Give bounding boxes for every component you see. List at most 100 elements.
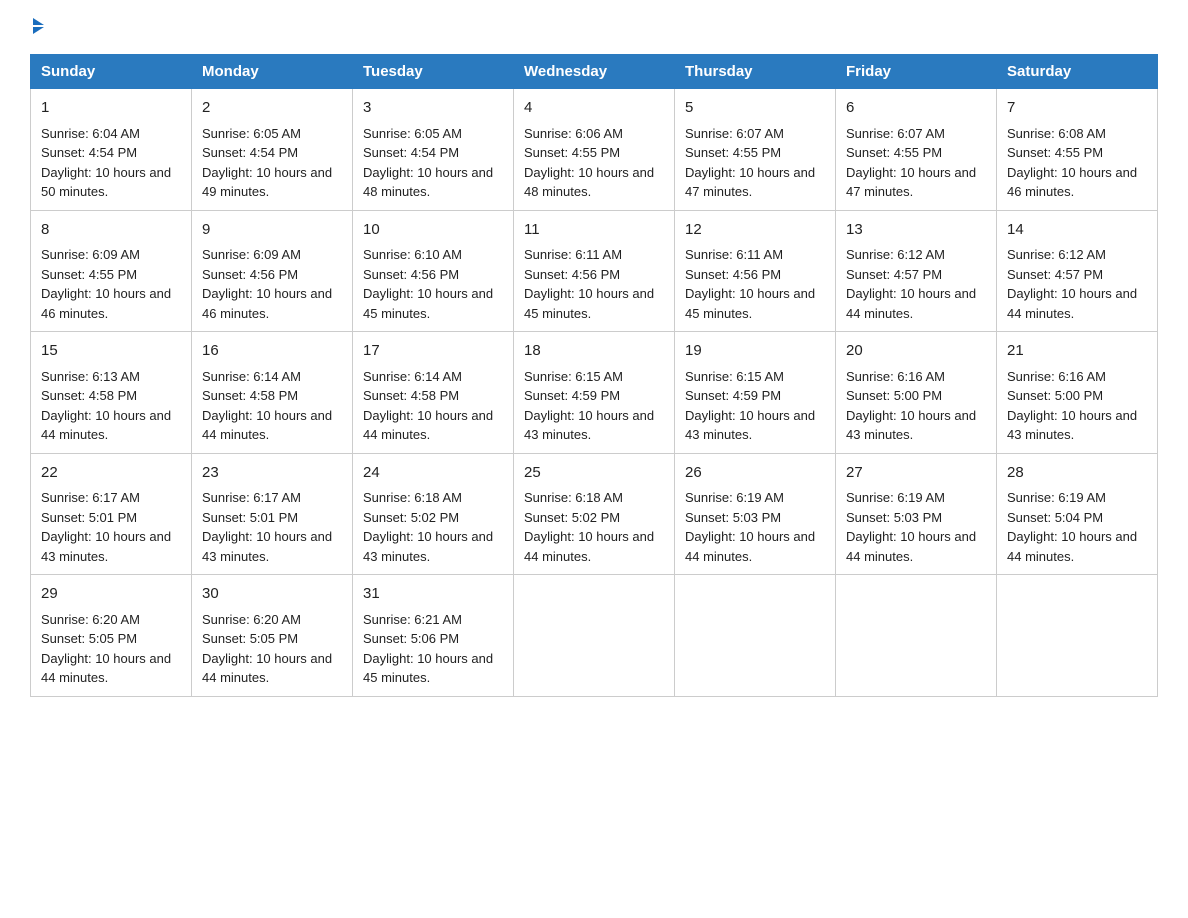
sunrise-info: Sunrise: 6:11 AM — [524, 247, 622, 262]
calendar-cell: 28 Sunrise: 6:19 AM Sunset: 5:04 PM Dayligh… — [997, 453, 1158, 575]
day-number: 3 — [363, 97, 503, 120]
sunrise-info: Sunrise: 6:19 AM — [1007, 490, 1106, 505]
calendar-cell: 23Sunrise: 6:17 AMSunset: 5:01 PMDayligh… — [192, 453, 353, 575]
sunset-info: Sunset: 5:05 PM — [41, 631, 137, 646]
daylight-info: Daylight: 10 hours and 44 minutes. — [846, 529, 976, 564]
daylight-info: Daylight: 10 hours and 45 minutes. — [524, 286, 654, 321]
sunset-info: Sunset: 4:56 PM — [685, 267, 781, 282]
day-number: 28 — [1007, 462, 1147, 485]
sunrise-info: Sunrise: 6:09 AM — [202, 247, 301, 262]
sunset-info: Sunset: 4:55 PM — [685, 145, 781, 160]
daylight-info: Daylight: 10 hours and 44 minutes. — [202, 408, 332, 443]
sunset-info: Sunset: 5:02 PM — [363, 510, 459, 525]
sunset-info: Sunset: 4:58 PM — [202, 388, 298, 403]
sunset-info: Sunset: 4:56 PM — [363, 267, 459, 282]
sunset-info: Sunset: 4:57 PM — [846, 267, 942, 282]
daylight-info: Daylight: 10 hours and 45 minutes. — [363, 651, 493, 686]
day-number: 25 — [524, 462, 664, 485]
sunrise-info: Sunrise: 6:04 AM — [41, 126, 140, 141]
day-number: 22 — [41, 462, 181, 485]
sunrise-info: Sunrise: 6:16 AM — [846, 369, 945, 384]
col-header-friday: Friday — [836, 55, 997, 89]
calendar-cell: 15 Sunrise: 6:13 AM Sunset: 4:58 PM Dayligh… — [31, 332, 192, 454]
sunrise-info: Sunrise: 6:14 AM — [363, 369, 462, 384]
daylight-info: Daylight: 10 hours and 44 minutes. — [524, 529, 654, 564]
sunset-info: Sunset: 5:00 PM — [846, 388, 942, 403]
daylight-info: Daylight: 10 hours and 44 minutes. — [41, 408, 171, 443]
sunrise-info: Sunrise: 6:12 AM — [846, 247, 945, 262]
daylight-info: Daylight: 10 hours and 43 minutes. — [202, 529, 332, 564]
sunset-info: Sunset: 5:02 PM — [524, 510, 620, 525]
daylight-info: Daylight: 10 hours and 46 minutes. — [202, 286, 332, 321]
sunrise-info: Sunrise: 6:11 AM — [685, 247, 783, 262]
sunset-info: Sunset: 5:03 PM — [685, 510, 781, 525]
sunrise-info: Sunrise: 6:15 AM — [524, 369, 623, 384]
col-header-tuesday: Tuesday — [353, 55, 514, 89]
daylight-info: Daylight: 10 hours and 50 minutes. — [41, 165, 171, 200]
sunrise-info: Sunrise: 6:18 AM — [524, 490, 623, 505]
sunset-info: Sunset: 4:59 PM — [685, 388, 781, 403]
page-header — [30, 20, 1158, 34]
daylight-info: Daylight: 10 hours and 45 minutes. — [685, 286, 815, 321]
calendar-cell: 6Sunrise: 6:07 AMSunset: 4:55 PMDaylight… — [836, 89, 997, 211]
sunrise-info: Sunrise: 6:19 AM — [685, 490, 784, 505]
logo — [30, 20, 44, 34]
day-number: 8 — [41, 219, 181, 242]
sunrise-info: Sunrise: 6:07 AM — [846, 126, 945, 141]
daylight-info: Daylight: 10 hours and 43 minutes. — [363, 529, 493, 564]
sunset-info: Sunset: 5:04 PM — [1007, 510, 1103, 525]
calendar-cell: 4Sunrise: 6:06 AMSunset: 4:55 PMDaylight… — [514, 89, 675, 211]
sunrise-info: Sunrise: 6:20 AM — [41, 612, 140, 627]
day-number: 15 — [41, 340, 181, 363]
calendar-week-row: 29Sunrise: 6:20 AMSunset: 5:05 PMDayligh… — [31, 575, 1158, 697]
calendar-cell: 19Sunrise: 6:15 AMSunset: 4:59 PMDayligh… — [675, 332, 836, 454]
daylight-info: Daylight: 10 hours and 44 minutes. — [1007, 286, 1137, 321]
daylight-info: Daylight: 10 hours and 45 minutes. — [363, 286, 493, 321]
day-number: 21 — [1007, 340, 1147, 363]
sunrise-info: Sunrise: 6:08 AM — [1007, 126, 1106, 141]
sunset-info: Sunset: 4:58 PM — [41, 388, 137, 403]
daylight-info: Daylight: 10 hours and 43 minutes. — [846, 408, 976, 443]
daylight-info: Daylight: 10 hours and 47 minutes. — [685, 165, 815, 200]
day-number: 17 — [363, 340, 503, 363]
sunrise-info: Sunrise: 6:05 AM — [202, 126, 301, 141]
sunrise-info: Sunrise: 6:14 AM — [202, 369, 301, 384]
calendar-cell: 3Sunrise: 6:05 AMSunset: 4:54 PMDaylight… — [353, 89, 514, 211]
calendar-cell: 11Sunrise: 6:11 AMSunset: 4:56 PMDayligh… — [514, 210, 675, 332]
calendar-cell: 22Sunrise: 6:17 AMSunset: 5:01 PMDayligh… — [31, 453, 192, 575]
day-number: 26 — [685, 462, 825, 485]
calendar-header-row: SundayMondayTuesdayWednesdayThursdayFrid… — [31, 55, 1158, 89]
daylight-info: Daylight: 10 hours and 48 minutes. — [363, 165, 493, 200]
day-number: 23 — [202, 462, 342, 485]
calendar-cell: 21Sunrise: 6:16 AMSunset: 5:00 PMDayligh… — [997, 332, 1158, 454]
calendar-week-row: 15 Sunrise: 6:13 AM Sunset: 4:58 PM Dayligh… — [31, 332, 1158, 454]
calendar-cell: 31Sunrise: 6:21 AMSunset: 5:06 PMDayligh… — [353, 575, 514, 697]
sunset-info: Sunset: 5:03 PM — [846, 510, 942, 525]
daylight-info: Daylight: 10 hours and 47 minutes. — [846, 165, 976, 200]
calendar-cell: 27Sunrise: 6:19 AMSunset: 5:03 PMDayligh… — [836, 453, 997, 575]
sunset-info: Sunset: 5:05 PM — [202, 631, 298, 646]
sunrise-info: Sunrise: 6:06 AM — [524, 126, 623, 141]
day-number: 18 — [524, 340, 664, 363]
daylight-info: Daylight: 10 hours and 43 minutes. — [1007, 408, 1137, 443]
day-number: 6 — [846, 97, 986, 120]
calendar-table: SundayMondayTuesdayWednesdayThursdayFrid… — [30, 54, 1158, 697]
sunrise-info: Sunrise: 6:15 AM — [685, 369, 784, 384]
sunset-info: Sunset: 4:58 PM — [363, 388, 459, 403]
calendar-week-row: 8Sunrise: 6:09 AMSunset: 4:55 PMDaylight… — [31, 210, 1158, 332]
sunset-info: Sunset: 4:56 PM — [202, 267, 298, 282]
col-header-wednesday: Wednesday — [514, 55, 675, 89]
sunrise-info: Sunrise: 6:13 AM — [41, 369, 140, 384]
daylight-info: Daylight: 10 hours and 44 minutes. — [1007, 529, 1137, 564]
day-number: 27 — [846, 462, 986, 485]
sunset-info: Sunset: 4:54 PM — [363, 145, 459, 160]
sunset-info: Sunset: 5:01 PM — [41, 510, 137, 525]
day-number: 10 — [363, 219, 503, 242]
daylight-info: Daylight: 10 hours and 44 minutes. — [846, 286, 976, 321]
day-number: 31 — [363, 583, 503, 606]
day-number: 4 — [524, 97, 664, 120]
calendar-week-row: 22 Sunrise: 6:17 AM Sunset: 5:01 PM Dayligh… — [31, 453, 1158, 575]
calendar-week-row: 1Sunrise: 6:04 AMSunset: 4:54 PMDaylight… — [31, 89, 1158, 211]
calendar-cell: 12Sunrise: 6:11 AMSunset: 4:56 PMDayligh… — [675, 210, 836, 332]
sunrise-info: Sunrise: 6:17 AM — [41, 490, 140, 505]
